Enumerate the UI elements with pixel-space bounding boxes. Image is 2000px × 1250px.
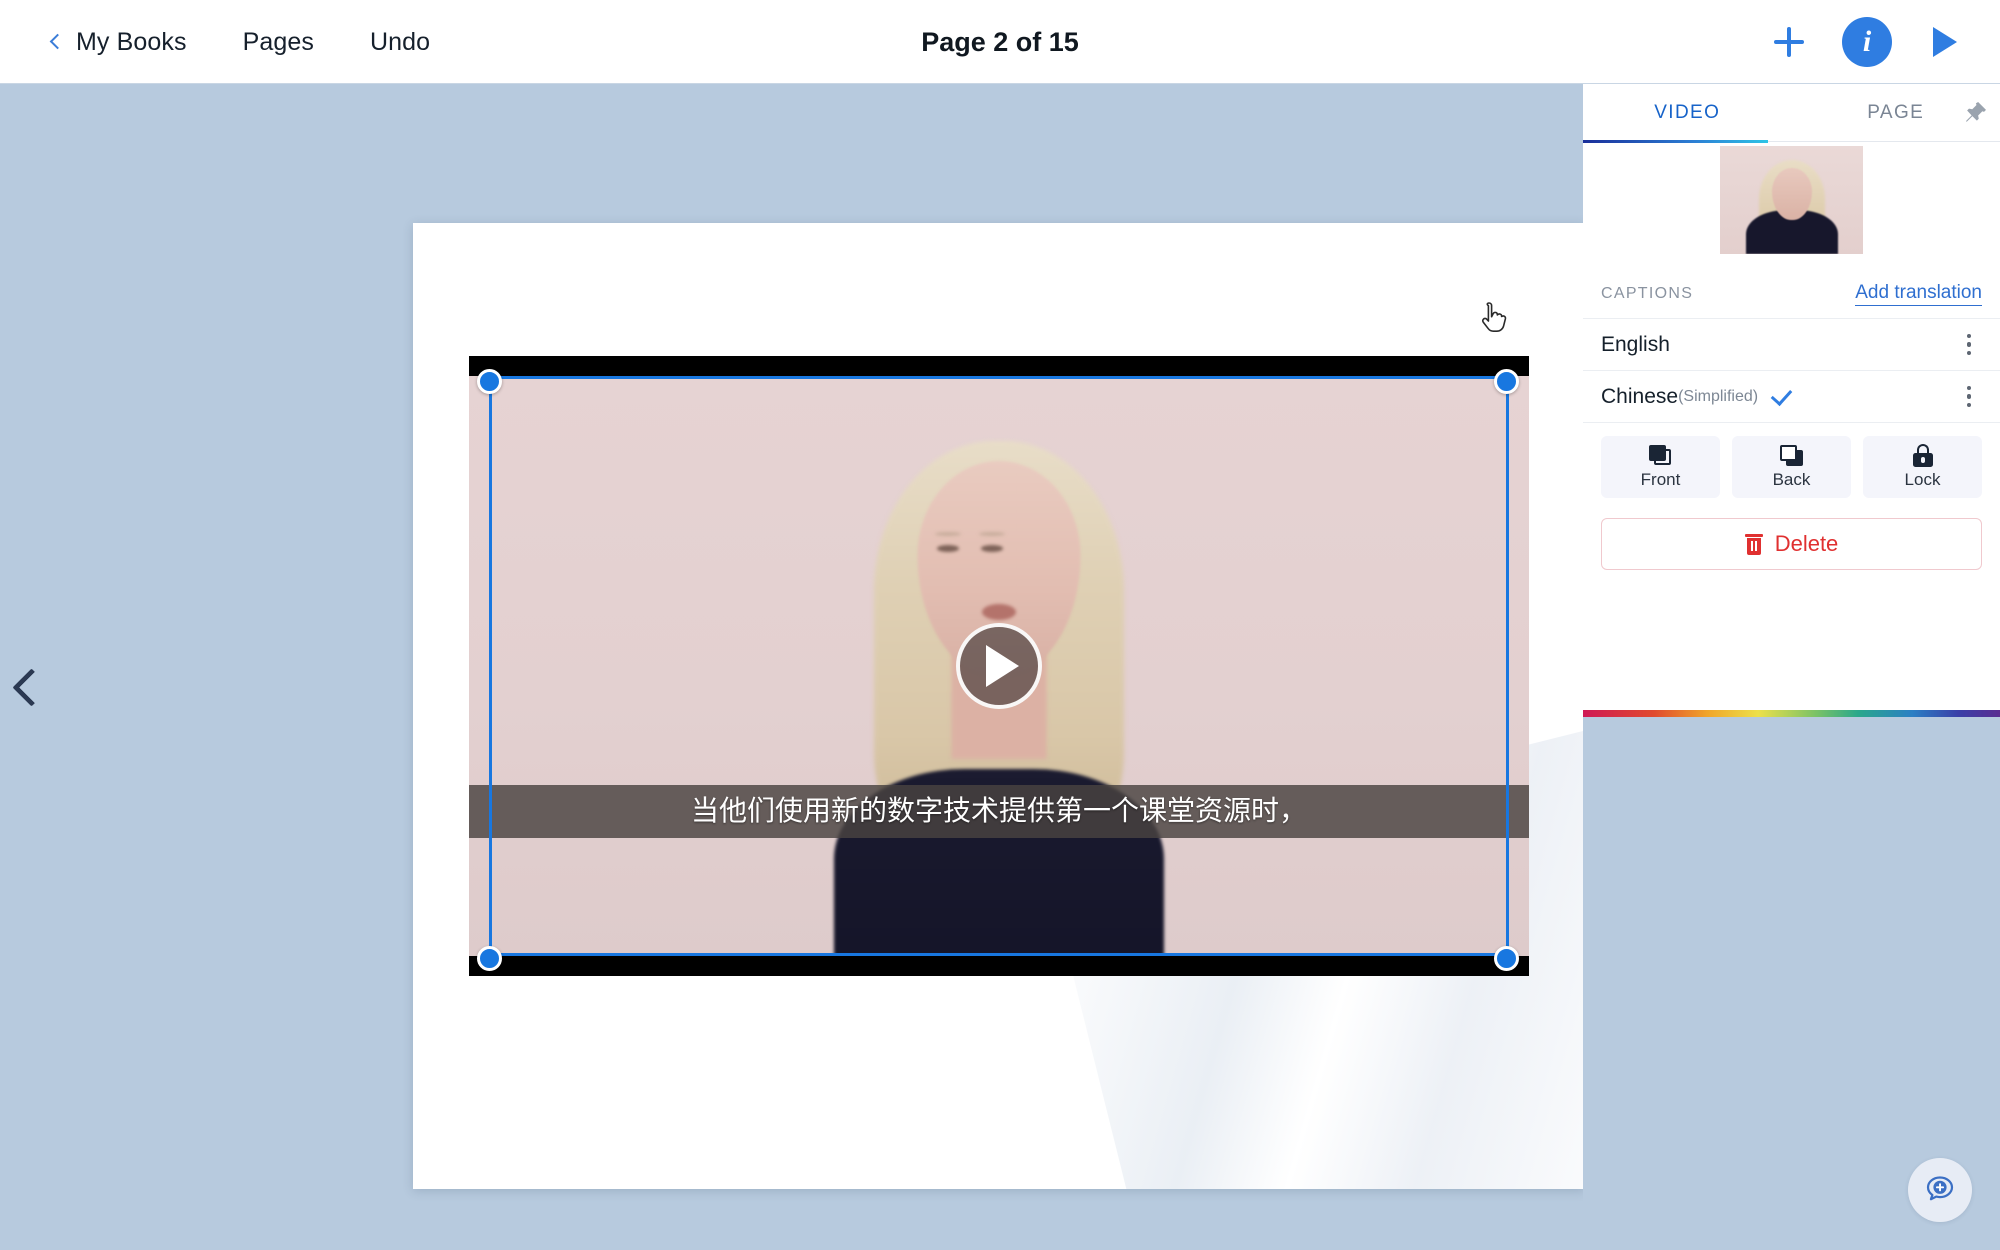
chat-plus-icon (1926, 1176, 1954, 1201)
info-button[interactable]: i (1842, 17, 1892, 67)
arrange-actions: Front Back Lock (1601, 436, 1982, 498)
page-title-label: Page 2 of 15 (921, 26, 1079, 57)
plus-icon (1774, 27, 1804, 57)
send-to-back-icon (1779, 444, 1804, 467)
panel-accent-bar (1583, 710, 2000, 717)
resize-handle-bottom-left[interactable] (477, 946, 502, 971)
send-to-back-label: Back (1772, 469, 1811, 489)
bring-to-front-button[interactable]: Front (1601, 436, 1720, 498)
video-frame: 当他们使用新的数字技术提供第一个课堂资源时， (469, 376, 1529, 956)
video-thumbnail-wrapper[interactable] (1583, 141, 2000, 258)
caption-language-name: English (1601, 332, 1670, 356)
add-translation-link[interactable]: Add translation (1855, 282, 1982, 306)
properties-panel: VIDEO PAGE CAPTIONS Add translation Engl… (1583, 84, 2000, 717)
previous-page-button[interactable] (12, 669, 46, 703)
tab-video[interactable]: VIDEO (1583, 84, 1792, 141)
video-still-brow-left (935, 532, 961, 537)
resize-handle-top-right[interactable] (1494, 369, 1519, 394)
video-thumbnail (1720, 145, 1863, 254)
lock-icon (1912, 444, 1934, 467)
kebab-dot (1966, 394, 1972, 399)
info-glyph: i (1862, 25, 1872, 58)
resize-handle-top-left[interactable] (477, 369, 502, 394)
tab-video-label: VIDEO (1654, 101, 1721, 123)
back-to-my-books-button[interactable]: My Books (42, 0, 215, 84)
kebab-dot (1966, 342, 1972, 347)
back-to-my-books-label: My Books (76, 27, 187, 56)
lock-label: Lock (1904, 470, 1941, 489)
kebab-dot (1966, 333, 1972, 339)
caption-row-menu-chinese[interactable] (1956, 382, 1982, 412)
video-object[interactable]: 当他们使用新的数字技术提供第一个课堂资源时， (469, 356, 1529, 976)
send-to-back-button[interactable]: Back (1732, 436, 1851, 498)
top-toolbar: My Books Pages Undo Page 2 of 15 i (0, 0, 2000, 84)
trash-icon (1744, 533, 1763, 555)
video-still-eye-left (937, 545, 959, 553)
captions-section-label: CAPTIONS (1601, 284, 1694, 302)
video-caption-bar: 当他们使用新的数字技术提供第一个课堂资源时， (469, 785, 1529, 838)
panel-tabs: VIDEO PAGE (1583, 84, 2000, 141)
kebab-dot (1966, 350, 1972, 356)
tab-page-label: PAGE (1867, 101, 1925, 123)
add-button[interactable] (1762, 15, 1816, 69)
bring-to-front-label: Front (1640, 469, 1681, 489)
caption-row-menu-english[interactable] (1956, 330, 1982, 360)
editor-canvas[interactable]: 当他们使用新的数字技术提供第一个课堂资源时， (0, 84, 1583, 1250)
video-caption-text: 当他们使用新的数字技术提供第一个课堂资源时， (690, 794, 1307, 828)
captions-section-header: CAPTIONS Add translation (1583, 269, 2000, 319)
undo-label: Undo (369, 27, 431, 56)
video-still-eye-right (981, 545, 1003, 553)
caption-row-chinese[interactable]: Chinese (Simplified) (1583, 371, 2000, 423)
bring-to-front-icon (1648, 444, 1673, 467)
chevron-left-icon (49, 33, 66, 49)
toolbar-left-group: My Books Pages Undo (42, 0, 458, 84)
video-play-button[interactable] (956, 623, 1042, 709)
delete-label: Delete (1774, 531, 1839, 556)
caption-language-name: Chinese (1601, 384, 1679, 408)
resize-handle-bottom-right[interactable] (1494, 946, 1519, 971)
caption-row-english[interactable]: English (1583, 319, 2000, 371)
pages-label: Pages (242, 27, 314, 56)
video-still-brow-right (979, 532, 1005, 537)
caption-language-qualifier: (Simplified) (1678, 387, 1759, 405)
preview-play-button[interactable] (1918, 15, 1972, 69)
undo-button[interactable]: Undo (342, 0, 458, 84)
play-icon (1933, 27, 1957, 57)
kebab-dot (1966, 385, 1972, 391)
delete-button[interactable]: Delete (1601, 518, 1982, 570)
check-icon (1769, 386, 1791, 408)
video-still-mouth (982, 604, 1016, 621)
kebab-dot (1966, 402, 1972, 408)
app-root: My Books Pages Undo Page 2 of 15 i 当他们使用… (0, 0, 2000, 1250)
toolbar-right-group: i (1762, 0, 1972, 84)
pin-icon[interactable] (1960, 98, 1990, 128)
lock-button[interactable]: Lock (1863, 436, 1982, 498)
play-triangle-icon (986, 645, 1019, 687)
help-chat-button[interactable] (1908, 1158, 1972, 1222)
pages-button[interactable]: Pages (215, 0, 342, 84)
